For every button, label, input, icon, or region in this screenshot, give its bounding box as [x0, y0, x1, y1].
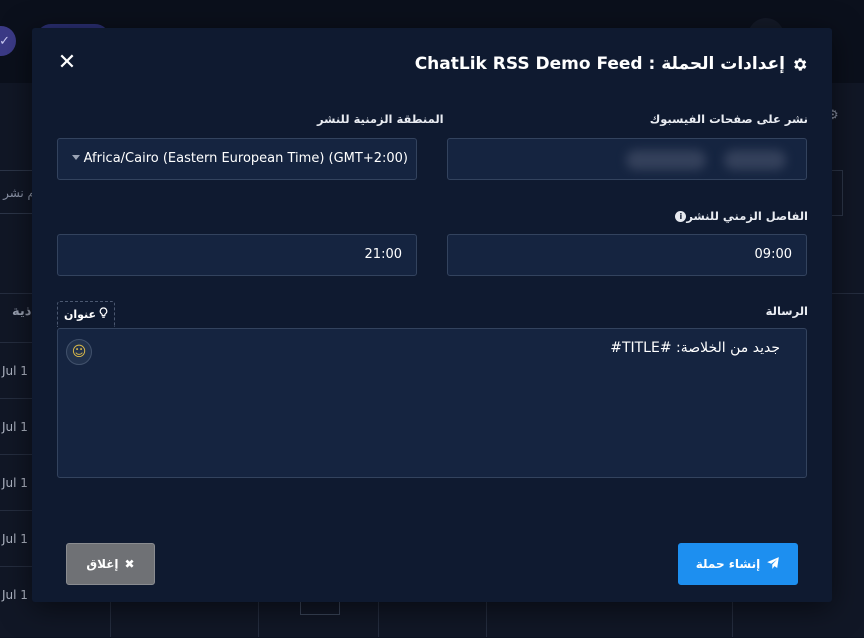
gear-icon [791, 56, 808, 73]
lightbulb-icon [99, 307, 108, 322]
facebook-pages-input[interactable] [447, 138, 807, 180]
title-tag-label: عنوان [64, 308, 97, 321]
message-label: الرسالة [765, 304, 808, 318]
interval-label-row: الفاصل الزمني للنشرi [667, 209, 808, 223]
message-text: جديد من الخلاصة: #TITLE# [610, 340, 780, 356]
interval-to-input[interactable]: 21:00 [57, 234, 417, 276]
interval-to-value: 21:00 [364, 247, 402, 262]
modal-title-text: إعدادات الحملة : ChatLik RSS Demo Feed [414, 54, 785, 74]
modal-title: إعدادات الحملة : ChatLik RSS Demo Feed [415, 53, 808, 75]
create-campaign-button[interactable]: إنشاء حملة [678, 543, 798, 585]
background-column-header: ذية [12, 304, 32, 319]
paper-plane-icon [766, 556, 780, 573]
facebook-pages-label: نشر على صفحات الفيسبوك [649, 112, 808, 126]
blurred-page-chip [724, 150, 786, 170]
close-icon[interactable]: ✕ [56, 52, 78, 74]
interval-from-input[interactable]: 09:00 [447, 234, 807, 276]
campaign-settings-modal: ✕ إعدادات الحملة : ChatLik RSS Demo Feed… [32, 28, 832, 602]
smiley-icon[interactable]: ☺ [66, 339, 92, 365]
info-icon[interactable]: i [675, 211, 687, 222]
blurred-page-chip [626, 150, 706, 170]
times-icon: ✖ [124, 557, 135, 571]
close-button[interactable]: ✖ إغلاق [66, 543, 155, 585]
close-button-label: إغلاق [86, 557, 119, 571]
timezone-label: المنطقة الزمنية للنشر [317, 112, 444, 126]
create-button-label: إنشاء حملة [695, 557, 761, 571]
interval-from-value: 09:00 [754, 247, 792, 262]
timezone-selected-value: Africa/Cairo (Eastern European Time) (GM… [83, 151, 408, 166]
timezone-select[interactable]: Africa/Cairo (Eastern European Time) (GM… [57, 138, 417, 180]
interval-label: الفاصل الزمني للنشر [686, 209, 808, 223]
message-textarea[interactable]: جديد من الخلاصة: #TITLE# ☺ [57, 328, 807, 478]
chevron-down-icon [72, 155, 80, 160]
title-tag-button[interactable]: عنوان [57, 301, 116, 327]
